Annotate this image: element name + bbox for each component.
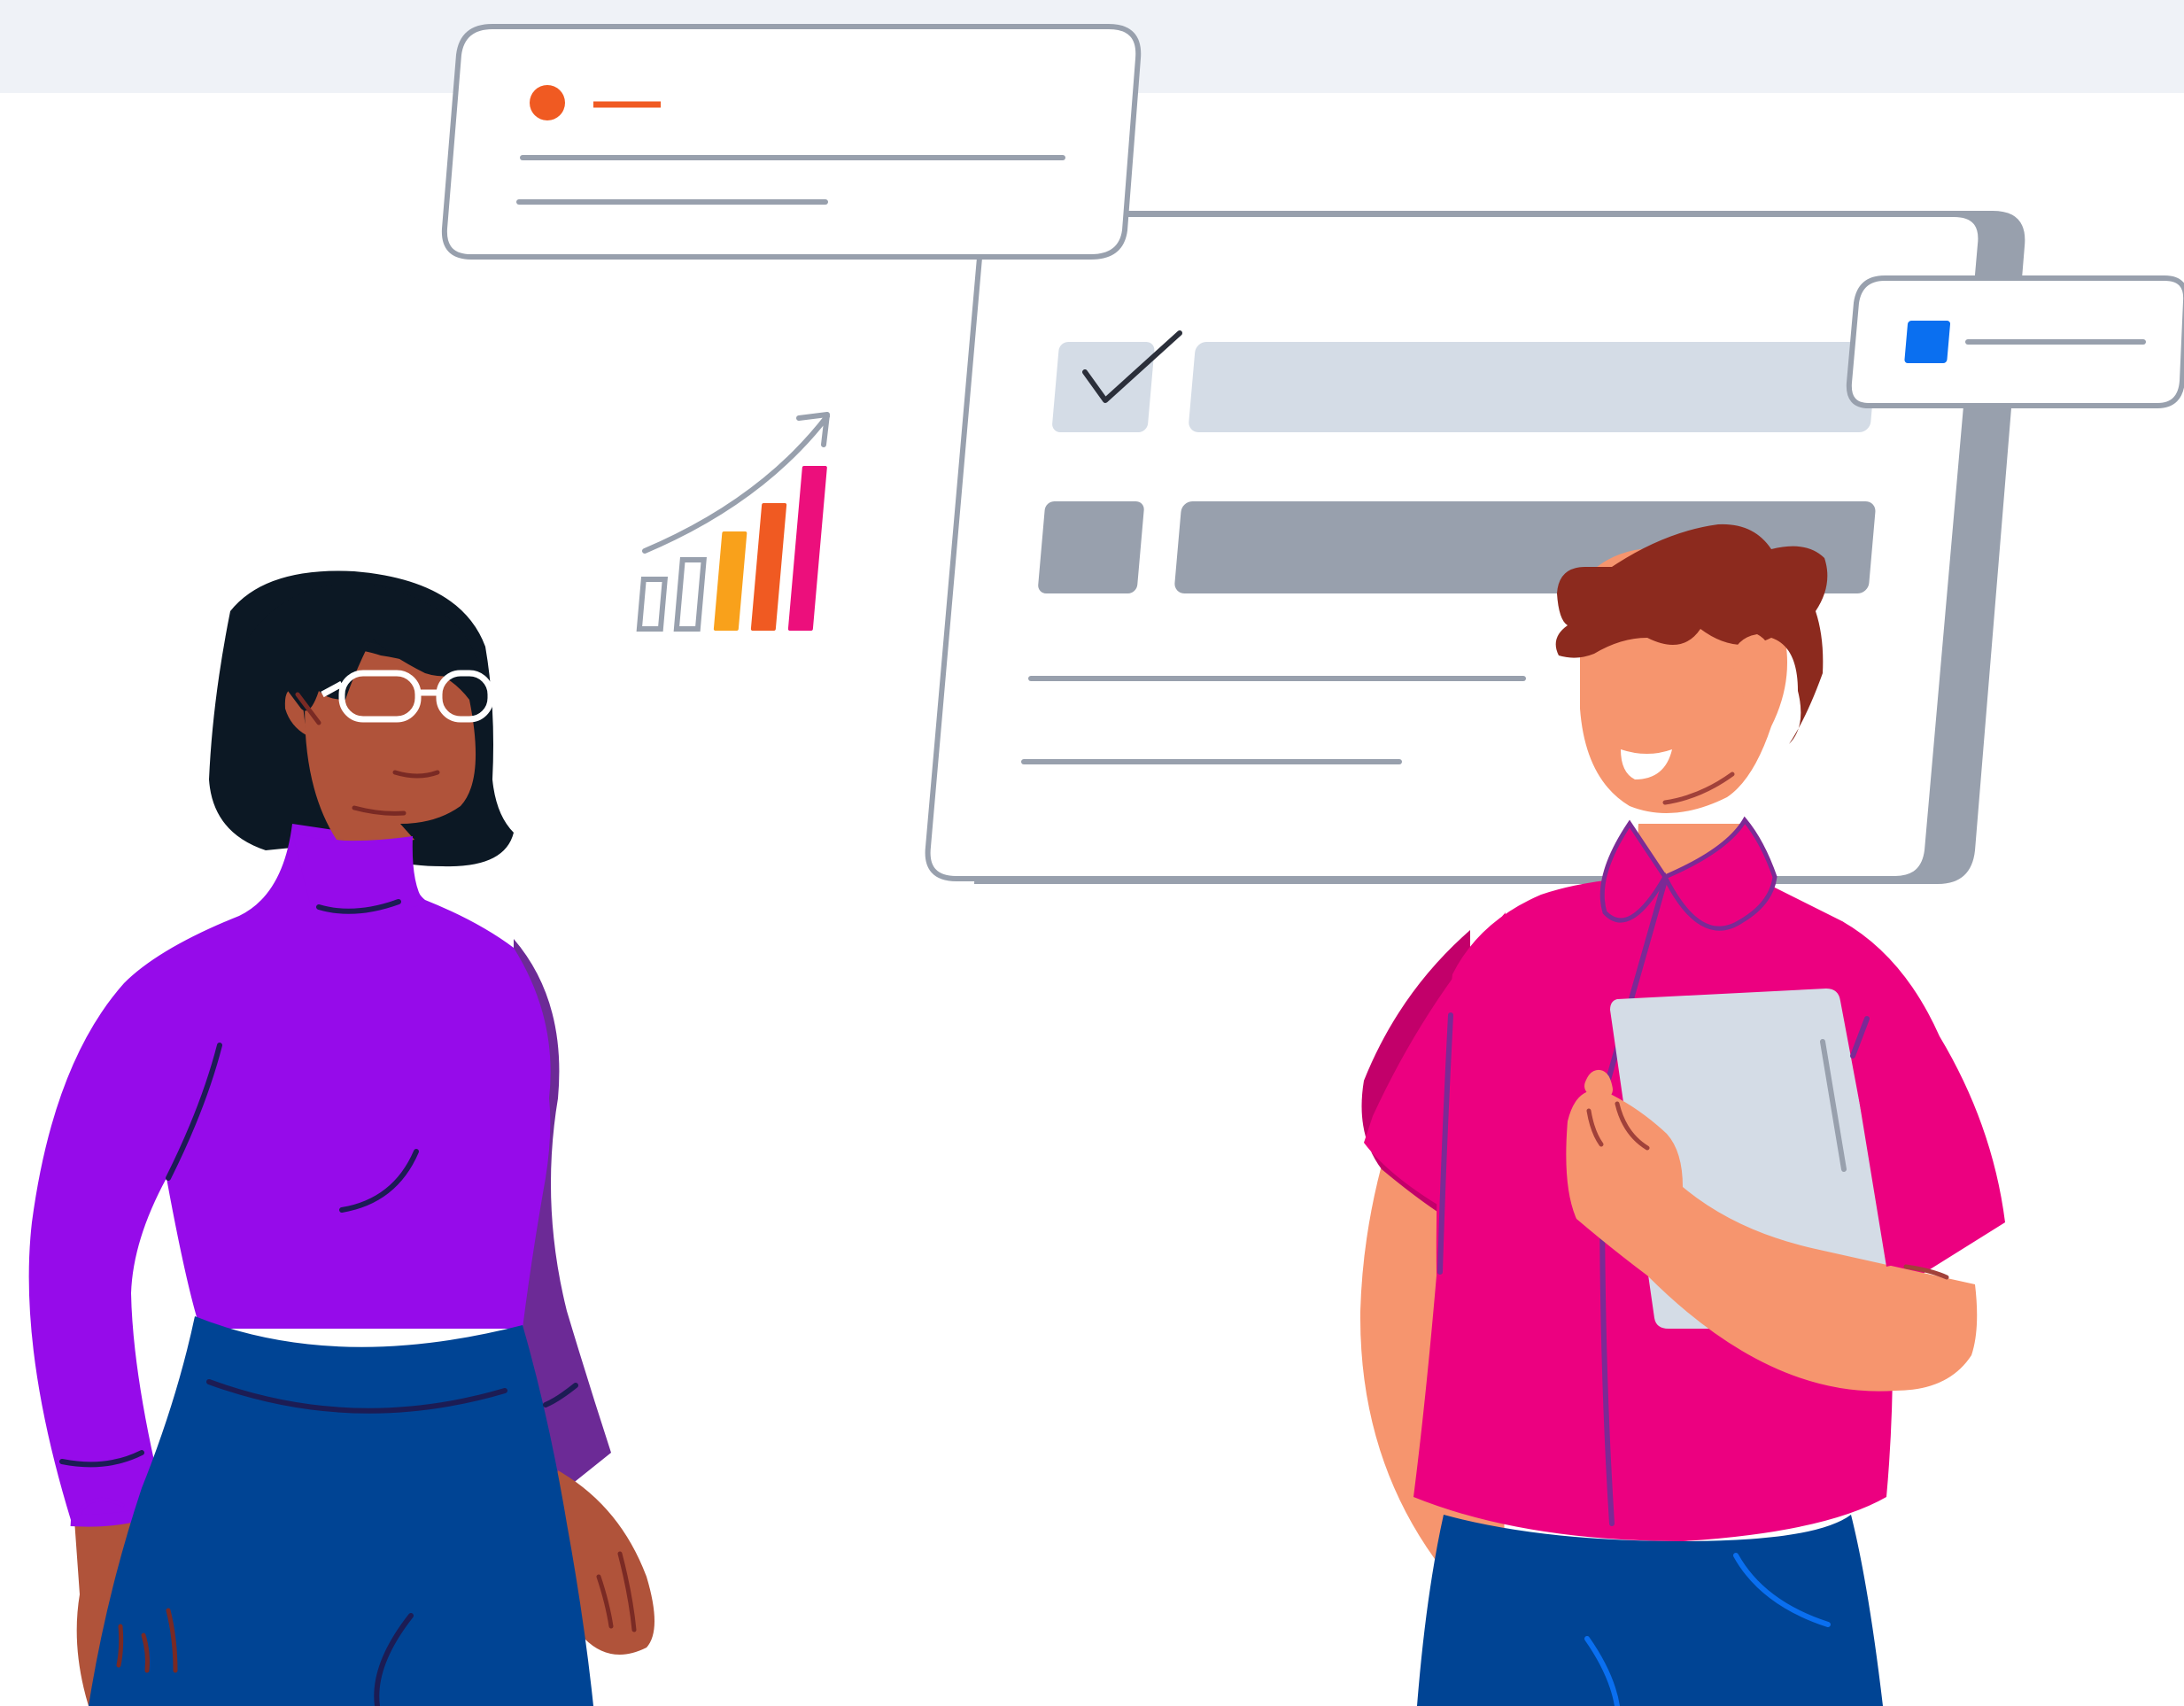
woman-with-glasses: [28, 570, 654, 1706]
woman-pants: [89, 1316, 593, 1706]
illustration-scene: [0, 0, 2184, 1706]
growth-bar-3: [713, 531, 747, 631]
small-card: [1846, 275, 2184, 408]
growth-chart-icon: [636, 412, 830, 632]
check-box: [1052, 342, 1155, 432]
grey-row-box: [1038, 501, 1144, 593]
man-pants: [1417, 1515, 1883, 1706]
growth-bar-2: [673, 557, 707, 632]
growth-bar-5: [787, 466, 827, 631]
notification-card: [441, 24, 1142, 260]
checked-row-bar: [1189, 342, 1878, 432]
growth-bar-1: [636, 577, 669, 632]
blue-square-icon: [1904, 321, 1950, 363]
orange-dot-icon: [530, 85, 565, 120]
growth-bar-4: [750, 503, 787, 631]
